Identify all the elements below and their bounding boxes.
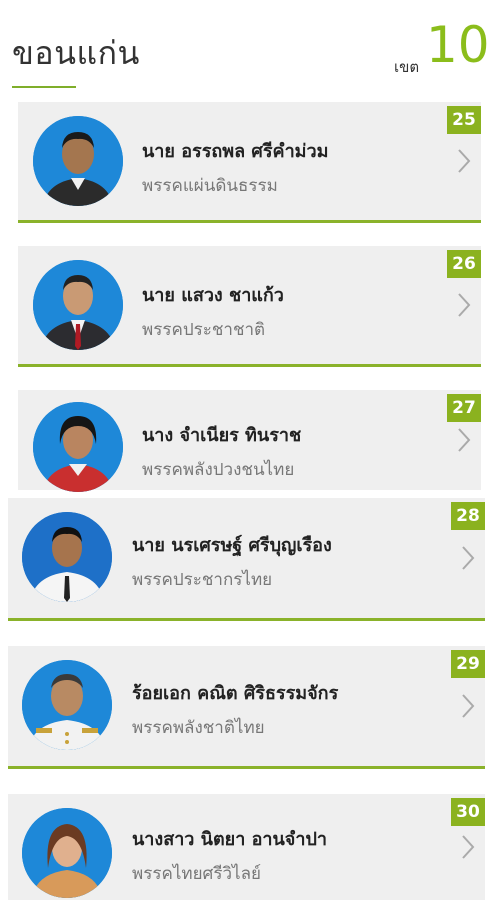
candidate-party: พรรคไทยศรีวิไลย์ [132, 864, 261, 884]
candidate-party: พรรคพลังปวงชนไทย [142, 460, 295, 480]
candidate-card[interactable]: นาง จำเนียร ทินราช พรรคพลังปวงชนไทย 27 [18, 390, 481, 492]
candidate-name: ร้อยเอก คณิต ศิริธรรมจักร [132, 683, 339, 704]
candidate-name: นาย อรรถพล ศรีคำม่วม [142, 141, 329, 162]
candidate-party: พรรคประชาชาติ [142, 320, 266, 340]
title-underline [12, 86, 76, 88]
candidate-name: นางสาว นิตยา อานจำปา [132, 829, 327, 850]
candidate-avatar [33, 260, 123, 350]
chevron-right-icon[interactable] [457, 148, 471, 174]
chevron-right-icon[interactable] [461, 545, 475, 571]
chevron-right-icon[interactable] [457, 292, 471, 318]
candidate-name: นาย นรเศรษฐ์ ศรีบุญเรือง [132, 535, 332, 556]
candidate-card[interactable]: นางสาว นิตยา อานจำปา พรรคไทยศรีวิไลย์ 30 [8, 794, 485, 900]
candidate-party: พรรคพลังชาติไทย [132, 718, 265, 738]
candidate-card[interactable]: นาย นรเศรษฐ์ ศรีบุญเรือง พรรคประชากรไทย … [8, 498, 485, 621]
candidate-number-badge: 29 [451, 650, 485, 678]
candidate-party: พรรคประชากรไทย [132, 570, 273, 590]
chevron-right-icon[interactable] [461, 834, 475, 860]
candidate-avatar [33, 116, 123, 206]
chevron-right-icon[interactable] [457, 427, 471, 453]
candidate-avatar [33, 402, 123, 492]
candidate-name: นาย แสวง ชาแก้ว [142, 285, 284, 306]
candidate-card[interactable]: นาย แสวง ชาแก้ว พรรคประชาชาติ 26 [18, 246, 481, 367]
candidate-avatar [22, 808, 112, 898]
candidate-avatar [22, 512, 112, 602]
candidate-party: พรรคแผ่นดินธรรม [142, 176, 278, 196]
chevron-right-icon[interactable] [461, 693, 475, 719]
province-title: ขอนแก่น [12, 34, 140, 72]
candidate-number-badge: 30 [451, 798, 485, 826]
candidate-avatar [22, 660, 112, 750]
candidate-number-badge: 28 [451, 502, 485, 530]
district-label: เขต [394, 58, 420, 76]
candidate-number-badge: 26 [447, 250, 481, 278]
candidate-name: นาง จำเนียร ทินราช [142, 425, 302, 446]
candidate-number-badge: 27 [447, 394, 481, 422]
district-number: 10 [426, 16, 490, 74]
candidate-card[interactable]: นาย อรรถพล ศรีคำม่วม พรรคแผ่นดินธรรม 25 [18, 102, 481, 223]
candidate-number-badge: 25 [447, 106, 481, 134]
candidate-card[interactable]: ร้อยเอก คณิต ศิริธรรมจักร พรรคพลังชาติไท… [8, 646, 485, 769]
